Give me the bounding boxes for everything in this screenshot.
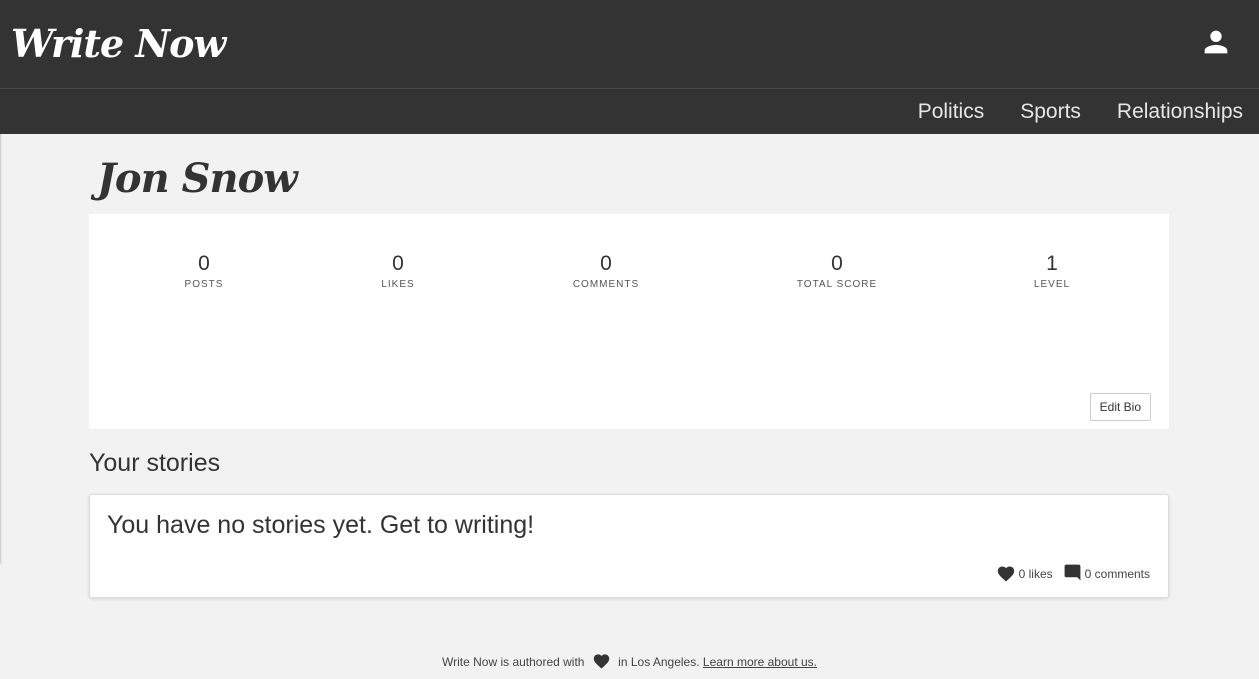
story-meta: 0 likes 0 comments	[986, 563, 1150, 585]
likes-count-group[interactable]: 0 likes	[996, 564, 1053, 585]
nav-item-sports[interactable]: Sports	[1020, 100, 1081, 124]
comments-count-group[interactable]: 0 comments	[1063, 563, 1150, 585]
site-logo[interactable]: Write Now	[11, 22, 226, 66]
stat-total-score-value: 0	[831, 252, 843, 275]
category-nav-list: Politics Sports Relationships	[882, 89, 1243, 134]
nav-item-politics[interactable]: Politics	[918, 100, 985, 124]
user-account-icon[interactable]	[1199, 25, 1233, 59]
your-stories-heading: Your stories	[89, 449, 221, 477]
stat-comments: 0 COMMENTS	[573, 252, 639, 291]
learn-more-link[interactable]: Learn more about us.	[703, 655, 817, 669]
stat-likes-label: LIKES	[381, 279, 415, 290]
comment-icon	[1063, 563, 1085, 585]
profile-stats-card: 0 POSTS 0 LIKES 0 COMMENTS 0 TOTAL SCORE…	[89, 214, 1169, 429]
stat-level-value: 1	[1046, 252, 1058, 275]
story-card: You have no stories yet. Get to writing!…	[89, 494, 1169, 598]
stat-comments-value: 0	[600, 252, 612, 275]
edit-bio-button[interactable]: Edit Bio	[1089, 393, 1151, 421]
footer-text-after: in Los Angeles.	[618, 655, 700, 670]
side-drawer-edge	[0, 134, 2, 564]
stat-posts-value: 0	[198, 252, 210, 275]
likes-count: 0 likes	[1018, 567, 1053, 581]
stat-comments-label: COMMENTS	[572, 279, 640, 290]
heart-icon	[996, 564, 1019, 585]
profile-name: Jon Snow	[97, 155, 298, 202]
stat-likes: 0 LIKES	[381, 252, 414, 291]
heart-icon	[592, 652, 611, 674]
stat-likes-value: 0	[392, 252, 404, 275]
stat-level-label: LEVEL	[1033, 279, 1071, 290]
stat-posts-label: POSTS	[184, 279, 224, 290]
nav-item-relationships[interactable]: Relationships	[1117, 100, 1243, 124]
empty-stories-message: You have no stories yet. Get to writing!	[107, 511, 535, 539]
stat-total-score-label: TOTAL SCORE	[796, 279, 878, 290]
stat-level: 1 LEVEL	[1034, 252, 1070, 291]
site-footer: Write Now is authored with in Los Angele…	[0, 652, 1259, 674]
category-navbar: Politics Sports Relationships	[0, 88, 1259, 134]
top-header-bar: Write Now	[0, 0, 1259, 88]
footer-text-before: Write Now is authored with	[441, 655, 585, 670]
stat-posts: 0 POSTS	[185, 252, 224, 291]
stat-total-score: 0 TOTAL SCORE	[797, 252, 877, 291]
comments-count: 0 comments	[1084, 567, 1150, 581]
